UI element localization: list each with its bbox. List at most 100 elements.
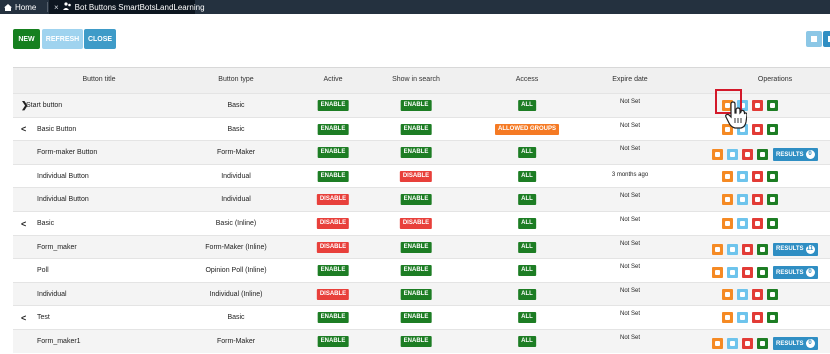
pencil-icon[interactable]: [722, 312, 733, 324]
active-toggle[interactable]: DISABLE: [316, 218, 350, 229]
trash-icon[interactable]: [752, 194, 763, 206]
expand-chevron-icon[interactable]: <: [21, 212, 26, 235]
trash-icon[interactable]: [752, 123, 763, 135]
pencil-icon[interactable]: [712, 267, 723, 279]
chat-icon[interactable]: [757, 243, 768, 255]
col-button-type[interactable]: Button type: [218, 76, 253, 83]
chat-icon[interactable]: [767, 218, 778, 229]
active-toggle[interactable]: DISABLE: [316, 194, 350, 206]
search-toggle[interactable]: ENABLE: [400, 241, 432, 253]
tab-bot-buttons[interactable]: × Bot Buttons SmartBotsLandLearning: [49, 0, 205, 14]
copy-icon[interactable]: [727, 243, 738, 255]
copy-icon-glyph: [740, 221, 745, 226]
active-toggle[interactable]: ENABLE: [317, 147, 349, 159]
trash-icon[interactable]: [742, 243, 753, 255]
trash-icon[interactable]: [752, 288, 763, 300]
pencil-icon[interactable]: [712, 338, 723, 349]
search-toggle[interactable]: ENABLE: [400, 288, 432, 300]
grid-icon: [811, 36, 817, 42]
search-toggle[interactable]: ENABLE: [400, 123, 432, 135]
results-button[interactable]: RESULTS 0: [773, 148, 818, 162]
new-button[interactable]: NEW: [13, 29, 40, 49]
copy-icon[interactable]: [737, 218, 748, 229]
copy-icon[interactable]: [737, 194, 748, 206]
copy-icon[interactable]: [727, 338, 738, 349]
search-toggle[interactable]: ENABLE: [400, 336, 432, 347]
active-toggle[interactable]: ENABLE: [317, 123, 349, 135]
pencil-icon[interactable]: [722, 288, 733, 300]
copy-icon[interactable]: [737, 288, 748, 300]
access-badge[interactable]: ALL: [518, 312, 536, 324]
access-badge[interactable]: ALL: [518, 194, 536, 206]
search-toggle[interactable]: ENABLE: [400, 194, 432, 206]
search-toggle[interactable]: ENABLE: [400, 265, 432, 277]
results-button[interactable]: RESULTS 11: [773, 242, 818, 256]
copy-icon[interactable]: [737, 312, 748, 324]
copy-icon[interactable]: [727, 267, 738, 279]
access-badge[interactable]: ALL: [518, 147, 536, 159]
trash-icon[interactable]: [742, 338, 753, 349]
list-view-toggle[interactable]: [823, 31, 830, 47]
grid-view-toggle[interactable]: [806, 31, 822, 47]
chat-icon[interactable]: [757, 338, 768, 349]
active-toggle[interactable]: DISABLE: [316, 241, 350, 253]
trash-icon[interactable]: [752, 312, 763, 324]
access-badge[interactable]: ALL: [518, 336, 536, 347]
active-toggle[interactable]: ENABLE: [317, 100, 349, 111]
tab-home[interactable]: Home: [4, 0, 36, 14]
search-toggle[interactable]: ENABLE: [400, 100, 432, 111]
col-expire-date[interactable]: Expire date: [612, 76, 647, 83]
pencil-icon[interactable]: [722, 218, 733, 229]
access-badge[interactable]: ALL: [518, 100, 536, 111]
active-toggle[interactable]: DISABLE: [316, 288, 350, 300]
results-button[interactable]: RESULTS 0: [773, 337, 818, 350]
chat-icon[interactable]: [767, 100, 778, 111]
trash-icon[interactable]: [752, 170, 763, 182]
expand-chevron-icon[interactable]: <: [21, 118, 26, 141]
active-toggle[interactable]: ENABLE: [317, 312, 349, 324]
access-badge[interactable]: ALL: [518, 170, 536, 182]
chat-icon[interactable]: [767, 312, 778, 324]
chat-icon-glyph: [770, 291, 775, 297]
pencil-icon-glyph: [725, 315, 730, 321]
trash-icon[interactable]: [752, 218, 763, 229]
col-access[interactable]: Access: [516, 76, 539, 83]
search-toggle[interactable]: ENABLE: [400, 147, 432, 159]
active-toggle[interactable]: ENABLE: [317, 170, 349, 182]
pencil-icon[interactable]: [712, 149, 723, 161]
copy-icon-glyph: [740, 291, 745, 297]
chat-icon[interactable]: [757, 149, 768, 161]
chat-icon[interactable]: [767, 194, 778, 206]
active-toggle[interactable]: ENABLE: [317, 265, 349, 277]
access-badge[interactable]: ALL: [518, 288, 536, 300]
results-button[interactable]: RESULTS 0: [773, 266, 818, 280]
search-toggle[interactable]: DISABLE: [399, 218, 433, 229]
access-badge[interactable]: ALLOWED GROUPS: [495, 123, 559, 135]
trash-icon[interactable]: [752, 100, 763, 111]
pencil-icon[interactable]: [712, 243, 723, 255]
trash-icon[interactable]: [742, 149, 753, 161]
close-button[interactable]: CLOSE: [84, 29, 116, 49]
copy-icon[interactable]: [737, 170, 748, 182]
col-button-title[interactable]: Button title: [82, 76, 115, 83]
chat-icon[interactable]: [757, 267, 768, 279]
search-toggle[interactable]: DISABLE: [399, 170, 433, 182]
results-label: RESULTS: [776, 340, 804, 347]
trash-icon[interactable]: [742, 267, 753, 279]
close-tab-icon[interactable]: ×: [54, 3, 59, 12]
active-toggle[interactable]: ENABLE: [317, 336, 349, 347]
search-toggle[interactable]: ENABLE: [400, 312, 432, 324]
pencil-icon[interactable]: [722, 170, 733, 182]
chat-icon[interactable]: [767, 170, 778, 182]
copy-icon[interactable]: [727, 149, 738, 161]
pencil-icon[interactable]: [722, 194, 733, 206]
chat-icon[interactable]: [767, 288, 778, 300]
access-badge[interactable]: ALL: [518, 218, 536, 229]
col-active[interactable]: Active: [323, 76, 342, 83]
access-badge[interactable]: ALL: [518, 241, 536, 253]
col-show-in-search[interactable]: Show in search: [392, 76, 440, 83]
expand-chevron-icon[interactable]: <: [21, 306, 26, 329]
access-badge[interactable]: ALL: [518, 265, 536, 277]
chat-icon[interactable]: [767, 123, 778, 135]
refresh-button[interactable]: REFRESH: [42, 29, 83, 49]
